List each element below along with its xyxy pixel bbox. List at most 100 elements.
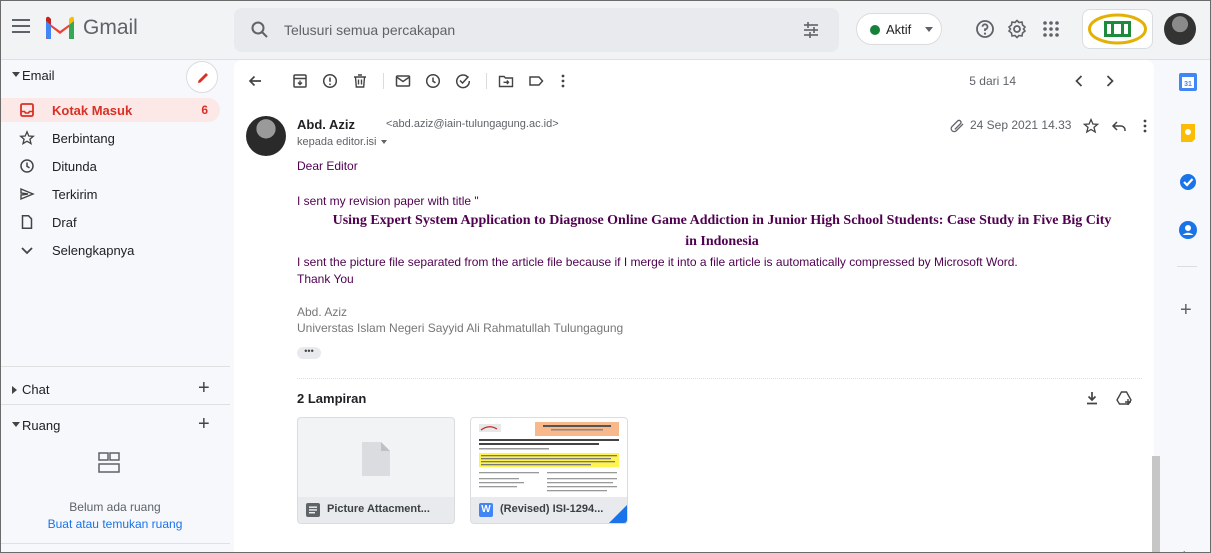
attachment-footer: Picture Attacment... xyxy=(298,497,454,523)
send-icon xyxy=(20,187,35,201)
sender-name[interactable]: Abd. Aziz xyxy=(297,117,355,132)
sidebar-item-label: Terkirim xyxy=(52,187,98,202)
sidebar-item-label: Berbintang xyxy=(52,131,115,146)
search-input[interactable]: Telusuri semua percakapan xyxy=(284,22,455,38)
body-text: I sent my revision paper with title " xyxy=(297,194,479,208)
side-panel: 31 + › xyxy=(1163,60,1211,553)
attachment-filename: (Revised) ISI-1294... xyxy=(500,503,604,515)
document-preview-icon xyxy=(479,422,619,492)
document-thumbnail xyxy=(471,418,627,499)
star-icon[interactable] xyxy=(1082,117,1100,135)
rooms-section-header[interactable]: Ruang + xyxy=(0,412,230,440)
delete-icon[interactable] xyxy=(351,72,369,90)
scrollbar[interactable] xyxy=(1152,456,1160,553)
find-rooms-link[interactable]: Buat atau temukan ruang xyxy=(0,517,230,531)
status-dot-icon xyxy=(870,25,880,35)
sidebar-item-label: Kotak Masuk xyxy=(52,103,133,118)
chevron-left-icon[interactable] xyxy=(1070,72,1088,90)
message-date: 24 Sep 2021 14.33 xyxy=(970,118,1072,132)
report-spam-icon[interactable] xyxy=(321,72,339,90)
settings-icon[interactable] xyxy=(1006,18,1028,40)
reply-icon[interactable] xyxy=(1110,117,1128,135)
sidebar-item-label: Draf xyxy=(52,215,77,230)
search-bar[interactable]: Telusuri semua percakapan xyxy=(234,8,839,52)
search-icon[interactable] xyxy=(250,20,270,40)
sidebar-item-starred[interactable]: Berbintang xyxy=(0,126,220,150)
inbox-icon xyxy=(20,103,34,117)
contacts-icon[interactable] xyxy=(1178,220,1198,240)
more-vertical-icon[interactable] xyxy=(554,72,572,90)
recipient-label: kepada editor.isi xyxy=(297,136,377,148)
apps-grid-icon[interactable] xyxy=(1040,18,1062,40)
sidebar-item-sent[interactable]: Terkirim xyxy=(0,182,220,206)
caret-down-icon xyxy=(925,27,933,32)
help-icon[interactable] xyxy=(974,18,996,40)
signature-name: Abd. Aziz xyxy=(297,305,348,319)
attachment-clip-icon xyxy=(950,119,964,133)
body-thanks: Thank You xyxy=(297,272,354,286)
draft-icon xyxy=(21,215,33,229)
pencil-icon xyxy=(198,73,208,83)
compose-button[interactable] xyxy=(186,61,218,93)
recipient-dropdown[interactable]: kepada editor.isi xyxy=(297,136,387,148)
sender-email: <abd.aziz@iain-tulungagung.ac.id> xyxy=(386,118,559,130)
generic-file-icon xyxy=(362,442,390,476)
star-icon xyxy=(19,130,35,145)
mark-unread-icon[interactable] xyxy=(394,72,412,90)
snooze-clock-icon[interactable] xyxy=(424,72,442,90)
sidebar-item-more[interactable]: Selengkapnya xyxy=(0,238,220,262)
paper-title-line2: in Indonesia xyxy=(685,234,759,249)
back-arrow-icon[interactable] xyxy=(246,72,264,90)
unread-count-badge: 6 xyxy=(201,103,208,117)
attachment-card[interactable]: Picture Attacment... xyxy=(297,417,455,524)
tasks-icon[interactable] xyxy=(1178,172,1198,192)
keep-notes-icon[interactable] xyxy=(1178,123,1198,143)
label-icon[interactable] xyxy=(527,72,545,90)
sidebar-item-drafts[interactable]: Draf xyxy=(0,210,220,234)
toolbar-separator xyxy=(383,73,384,89)
show-trimmed-content-button[interactable]: ••• xyxy=(297,347,321,359)
menu-icon[interactable] xyxy=(12,19,30,37)
filter-options-icon[interactable] xyxy=(801,20,821,40)
add-to-drive-icon[interactable] xyxy=(1115,389,1133,407)
calendar-icon[interactable]: 31 xyxy=(1178,72,1198,92)
sidebar-item-inbox[interactable]: Kotak Masuk 6 xyxy=(0,98,220,122)
chevron-right-icon[interactable] xyxy=(1101,72,1119,90)
move-to-icon[interactable] xyxy=(497,72,515,90)
archive-icon[interactable] xyxy=(291,72,309,90)
more-vertical-icon[interactable] xyxy=(1136,117,1154,135)
attachment-card[interactable]: W (Revised) ISI-1294... xyxy=(470,417,628,524)
rooms-empty-text: Belum ada ruang xyxy=(69,500,161,514)
gmail-logo-icon[interactable] xyxy=(44,14,76,42)
svg-text:31: 31 xyxy=(1184,81,1192,88)
download-all-icon[interactable] xyxy=(1083,389,1101,407)
account-avatar[interactable] xyxy=(1164,13,1196,45)
attachments-divider xyxy=(297,378,1142,379)
sidebar-item-label: Selengkapnya xyxy=(52,243,135,258)
toolbar-separator xyxy=(486,73,487,89)
pagination-text: 5 dari 14 xyxy=(969,74,1016,88)
top-bar: Gmail Telusuri semua percakapan Aktif xyxy=(0,0,1211,60)
body-text: I sent the picture file separated from t… xyxy=(297,255,1018,269)
word-file-icon: W xyxy=(479,503,493,517)
sidebar: Email Kotak Masuk 6 Berbintang Ditunda T… xyxy=(0,60,230,553)
sender-avatar[interactable] xyxy=(246,116,286,156)
status-dropdown[interactable]: Aktif xyxy=(856,13,942,45)
chat-section-header[interactable]: Chat + xyxy=(0,376,230,404)
message-pane: 5 dari 14 Abd. Aziz <abd.aziz@iain-tulun… xyxy=(234,60,1154,553)
add-chat-icon[interactable]: + xyxy=(198,378,210,398)
chat-section-label: Chat xyxy=(22,382,50,397)
expand-panel-icon[interactable]: › xyxy=(1183,546,1187,553)
org-logo-icon xyxy=(1088,13,1147,45)
add-room-icon[interactable]: + xyxy=(198,414,210,434)
attachment-filename: Picture Attacment... xyxy=(327,503,430,515)
divider xyxy=(0,366,230,367)
organization-logo[interactable] xyxy=(1082,9,1153,49)
get-addons-icon[interactable]: + xyxy=(1180,300,1192,320)
add-task-icon[interactable] xyxy=(454,72,472,90)
chevron-down-icon xyxy=(21,247,33,255)
sidebar-item-snoozed[interactable]: Ditunda xyxy=(0,154,220,178)
document-file-icon xyxy=(306,503,320,517)
attachment-footer: W (Revised) ISI-1294... xyxy=(471,497,627,523)
attachments-title: 2 Lampiran xyxy=(297,391,367,406)
